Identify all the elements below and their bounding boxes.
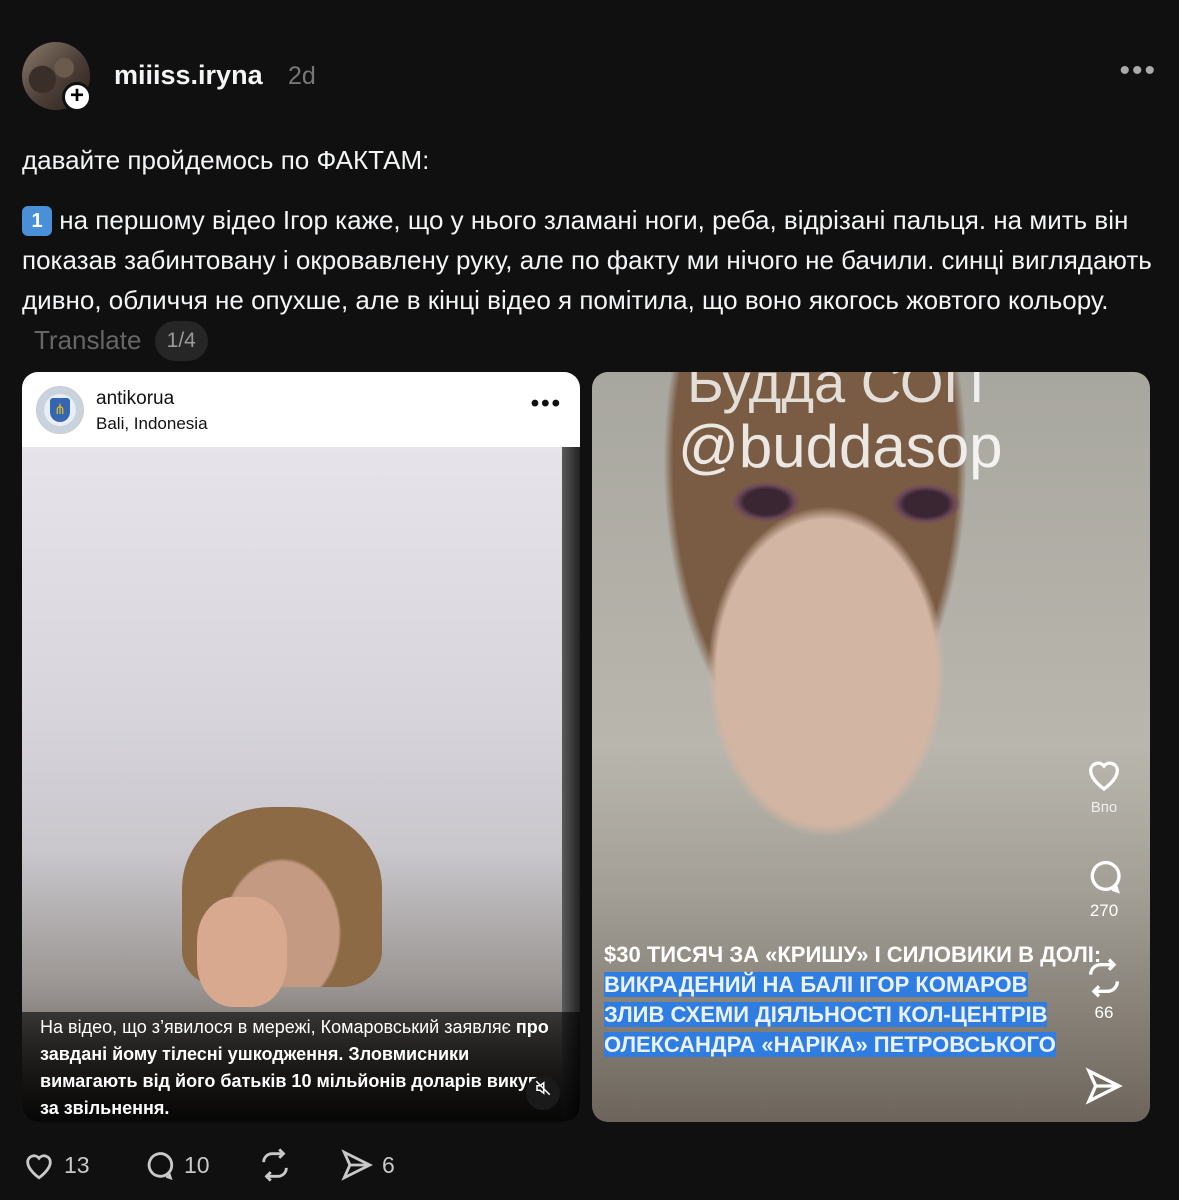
heart-icon bbox=[1088, 761, 1120, 792]
repost-icon bbox=[262, 1148, 288, 1182]
username[interactable]: miiiss.iryna bbox=[114, 60, 263, 91]
post-body: давайте пройдемось по ФАКТАМ: 1 на першо… bbox=[22, 140, 1162, 381]
translate-link[interactable]: Translate bbox=[34, 325, 141, 355]
media-card-1[interactable]: ⋔ antikorua Bali, Indonesia ••• На відео… bbox=[22, 372, 580, 1122]
repost-icon bbox=[1089, 958, 1119, 998]
post-paragraph-1: давайте пройдемось по ФАКТАМ: bbox=[22, 145, 430, 175]
share-count: 6 bbox=[382, 1151, 395, 1178]
post-header: + miiiss.iryna 2d ••• bbox=[22, 42, 1157, 112]
post-actions: 13 10 6 bbox=[22, 1148, 622, 1192]
send-icon bbox=[341, 1149, 373, 1181]
bruised-eye-left bbox=[732, 482, 800, 522]
account-logo: ⋔ bbox=[36, 386, 84, 434]
media-card-2[interactable]: Будда СОП @buddasop $30 ТИСЯЧ ЗА «КРИШУ»… bbox=[592, 372, 1150, 1122]
repost-button[interactable] bbox=[258, 1148, 292, 1182]
send-icon bbox=[1085, 1067, 1123, 1105]
share-button[interactable]: 6 bbox=[340, 1148, 395, 1182]
card2-share bbox=[1084, 1066, 1124, 1111]
card2-comments: 270 bbox=[1084, 856, 1124, 921]
media-pager: 1/4 bbox=[154, 321, 208, 361]
card2-reposts: 66 bbox=[1084, 958, 1124, 1023]
comment-icon bbox=[1090, 860, 1121, 894]
instagram-post-header: ⋔ antikorua Bali, Indonesia ••• bbox=[22, 372, 580, 447]
comment-count: 10 bbox=[184, 1151, 210, 1178]
card2-comment-count: 270 bbox=[1089, 901, 1119, 920]
person-hand bbox=[197, 897, 287, 1007]
like-button[interactable]: 13 bbox=[22, 1148, 90, 1182]
comment-icon bbox=[147, 1152, 174, 1180]
caption-normal: На відео, що з’явилося в мережі, Комаров… bbox=[40, 1017, 516, 1037]
card2-headline: $30 ТИСЯЧ ЗА «КРИШУ» І СИЛОВИКИ В ДОЛІ: … bbox=[604, 940, 1124, 1060]
headline-highlight-3: ОЛЕКСАНДРА «НАРІКА» ПЕТРОВСЬКОГО bbox=[604, 1032, 1056, 1057]
card2-like: Впо bbox=[1084, 754, 1124, 816]
card1-more-icon: ••• bbox=[530, 390, 562, 417]
card1-account: antikorua bbox=[96, 388, 175, 409]
headline-highlight-2: ЗЛИВ СХЕМИ ДІЯЛЬНОСТІ КОЛ-ЦЕНТРІВ bbox=[604, 1002, 1048, 1027]
card1-caption: На відео, що з’явилося в мережі, Комаров… bbox=[40, 1014, 565, 1122]
card2-handle: @buddasop bbox=[678, 413, 1003, 480]
comment-button[interactable]: 10 bbox=[142, 1148, 210, 1182]
more-options-icon[interactable]: ••• bbox=[1119, 54, 1157, 88]
bruised-eye-right bbox=[892, 484, 960, 524]
card2-handle-top: Будда СОП bbox=[687, 372, 984, 414]
like-count: 13 bbox=[64, 1151, 90, 1178]
post-paragraph-2-text: на першому відео Ігор каже, що у нього з… bbox=[22, 205, 1152, 315]
post-paragraph-2: 1 на першому відео Ігор каже, що у нього… bbox=[22, 200, 1162, 361]
headline-highlight-1: ВИКРАДЕНИЙ НА БАЛІ ІГОР КОМАРОВ bbox=[604, 972, 1028, 997]
mute-icon[interactable] bbox=[526, 1076, 560, 1110]
card1-location: Bali, Indonesia bbox=[96, 414, 208, 433]
follow-plus-icon[interactable]: + bbox=[62, 82, 92, 112]
headline-plain: $30 ТИСЯЧ ЗА «КРИШУ» І СИЛОВИКИ В ДОЛІ: bbox=[604, 942, 1102, 967]
card2-like-label: Впо bbox=[1090, 799, 1118, 816]
keycap-number-icon: 1 bbox=[22, 206, 52, 236]
heart-icon bbox=[26, 1154, 52, 1180]
card2-repost-count: 66 bbox=[1094, 1003, 1114, 1022]
trident-shield-icon: ⋔ bbox=[50, 398, 70, 422]
post-time: 2d bbox=[288, 62, 316, 90]
